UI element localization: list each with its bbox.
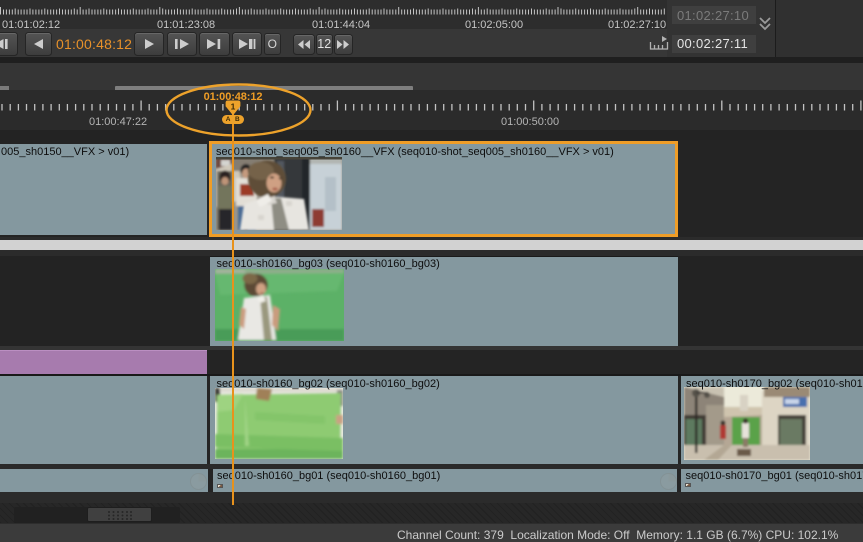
svg-text:1: 1: [231, 101, 236, 111]
